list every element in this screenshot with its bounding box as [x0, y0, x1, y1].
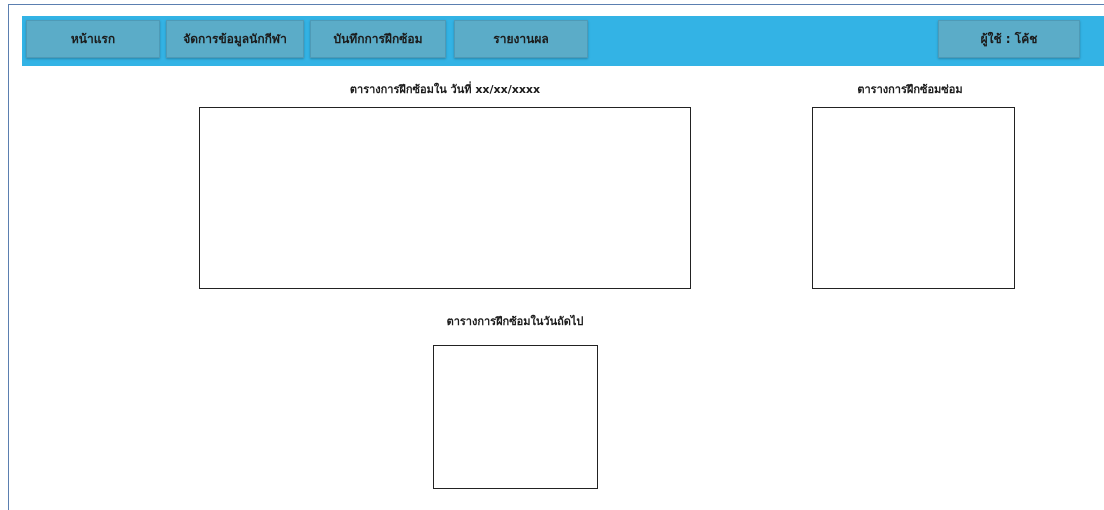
home-button[interactable]: หน้าแรก [26, 20, 160, 58]
next-day-schedule-table [433, 345, 598, 489]
report-button[interactable]: รายงานผล [454, 20, 588, 58]
make-up-schedule-table [812, 107, 1015, 289]
record-training-button[interactable]: บันทึกการฝึกซ้อม [310, 20, 446, 58]
today-schedule-title: ตารางการฝึกซ้อมใน วันที่ xx/xx/xxxx [349, 83, 541, 96]
next-day-schedule-title: ตารางการฝึกซ้อมในวันถัดไป [446, 315, 584, 328]
make-up-schedule-title: ตารางการฝึกซ้อมซ่อม [857, 83, 963, 96]
user-button[interactable]: ผู้ใช้ : โค้ช [938, 20, 1080, 58]
today-schedule-table [199, 107, 691, 289]
manage-athletes-button[interactable]: จัดการข้อมูลนักกีฬา [166, 20, 304, 58]
top-navbar: หน้าแรก จัดการข้อมูลนักกีฬา บันทึกการฝึก… [22, 16, 1104, 66]
